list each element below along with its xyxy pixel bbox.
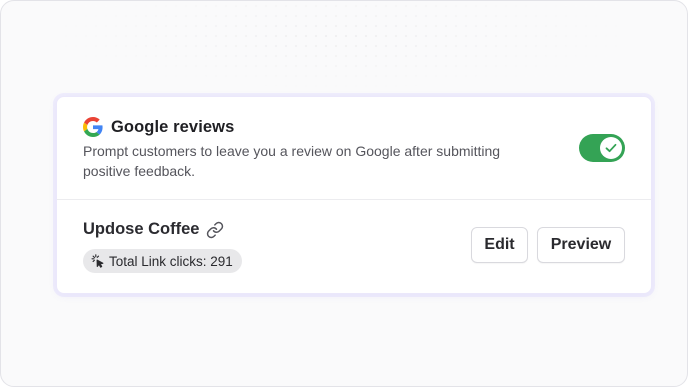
cursor-click-icon: [91, 254, 105, 268]
integration-description: Prompt customers to leave you a review o…: [83, 143, 501, 179]
preview-button[interactable]: Preview: [537, 227, 625, 263]
google-logo-icon: [83, 117, 103, 137]
dot-pattern-background: [41, 1, 641, 91]
google-reviews-card: Google reviews Prompt customers to leave…: [56, 96, 652, 294]
integration-header: Google reviews Prompt customers to leave…: [57, 97, 651, 199]
checkmark-icon: [605, 143, 617, 153]
integration-title: Google reviews: [111, 117, 235, 136]
total-clicks-text: Total Link clicks: 291: [109, 253, 233, 269]
integration-title-row: Google reviews: [83, 117, 234, 137]
page-frame: Google reviews Prompt customers to leave…: [0, 0, 688, 387]
link-name: Updose Coffee: [83, 220, 200, 238]
edit-button[interactable]: Edit: [471, 227, 528, 263]
toggle-knob: [600, 137, 622, 159]
link-section: Updose Coffee Total Link clicks: 291 Edi…: [57, 200, 651, 293]
link-icon[interactable]: [206, 221, 224, 239]
google-reviews-toggle[interactable]: [579, 134, 625, 162]
total-clicks-badge: Total Link clicks: 291: [83, 249, 242, 273]
link-name-row: Updose Coffee: [83, 220, 224, 239]
